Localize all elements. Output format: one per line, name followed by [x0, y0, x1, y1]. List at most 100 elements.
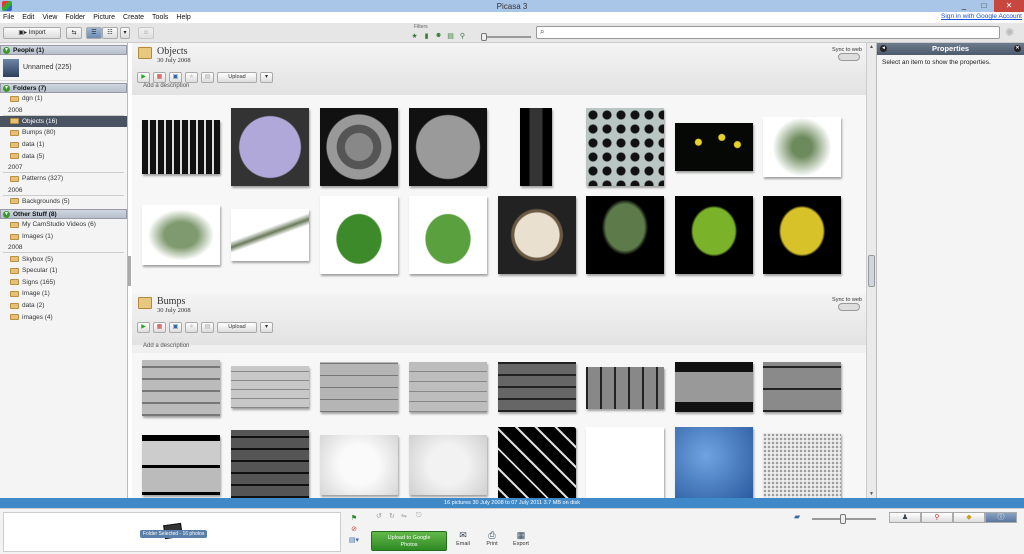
photo-thumbnail[interactable] — [231, 430, 309, 498]
search-box[interactable]: ⌕ — [536, 26, 1000, 39]
menu-view[interactable]: View — [42, 14, 57, 21]
photo-thumbnail[interactable] — [320, 362, 398, 412]
play-slideshow-button[interactable]: ▶ — [137, 72, 150, 83]
face-filter-icon[interactable]: ☻ — [434, 32, 443, 40]
add-to-album-icon[interactable]: ▤▾ — [347, 536, 361, 545]
import-button[interactable]: ▣▸ Import — [3, 27, 61, 39]
tray-selection-area[interactable]: Folder Selected - 16 photos — [3, 512, 341, 552]
folder-item[interactable]: Backgrounds (5) — [0, 196, 127, 208]
movie-button[interactable]: ▣ — [169, 72, 182, 83]
photo-thumbnail[interactable] — [675, 123, 753, 171]
star-button[interactable]: ★ — [185, 322, 198, 333]
album-description[interactable]: Add a description — [143, 343, 189, 349]
photo-thumbnail[interactable] — [586, 367, 664, 409]
menu-help[interactable]: Help — [176, 14, 190, 21]
upload-button[interactable]: Upload — [217, 322, 257, 333]
album-title[interactable]: Objects — [157, 46, 188, 57]
flip-icon[interactable]: ⇋ — [401, 512, 407, 520]
folder-item[interactable]: Bumps (80) — [0, 127, 127, 139]
rotate-left-icon[interactable]: ↺ — [376, 512, 382, 520]
folder-item[interactable]: Specular (1) — [0, 265, 127, 277]
photo-thumbnail[interactable] — [142, 435, 220, 495]
sync-toggle[interactable] — [838, 303, 860, 311]
photo-thumbnail[interactable] — [409, 196, 487, 274]
play-slideshow-button[interactable]: ▶ — [137, 322, 150, 333]
photo-thumbnail[interactable] — [320, 435, 398, 495]
rotate-right-icon[interactable]: ↻ — [389, 512, 395, 520]
geotag-filter-icon[interactable]: ⚲ — [458, 32, 467, 40]
menu-edit[interactable]: Edit — [22, 14, 34, 21]
photo-thumbnail[interactable] — [409, 435, 487, 495]
photo-thumbnail[interactable] — [586, 108, 664, 186]
upload-arrow-button[interactable]: ⇆ — [66, 27, 82, 39]
view-dropdown-button[interactable]: ▾ — [120, 27, 130, 39]
expand-icon[interactable]: ▼ — [3, 84, 10, 92]
minimize-button[interactable]: _ — [954, 0, 974, 12]
expand-icon[interactable]: ▼ — [3, 210, 10, 218]
star-button[interactable]: ★ — [185, 72, 198, 83]
movie-filter-icon[interactable]: ▮ — [422, 32, 431, 40]
sidebar-splitter[interactable] — [128, 256, 131, 286]
menu-file[interactable]: File — [3, 14, 14, 21]
view-library-button[interactable]: ☰ — [86, 27, 102, 39]
folders-section-header[interactable]: ▼ Folders (7) — [0, 83, 127, 93]
photo-thumbnail[interactable] — [763, 117, 841, 177]
photo-thumbnail[interactable] — [498, 427, 576, 498]
maximize-button[interactable]: □ — [974, 0, 994, 12]
photo-thumbnail[interactable] — [320, 108, 398, 186]
photo-thumbnail[interactable] — [763, 433, 841, 498]
thumbnail-size-slider[interactable] — [812, 514, 876, 524]
folder-item[interactable]: Signs (165) — [0, 277, 127, 289]
folder-item[interactable]: Image (1) — [0, 288, 127, 300]
album-description[interactable]: Add a description — [143, 83, 189, 89]
photo-thumbnail[interactable] — [520, 108, 552, 186]
photo-thumbnail[interactable] — [586, 196, 664, 274]
scroll-thumb[interactable] — [868, 255, 875, 287]
photo-thumbnail[interactable] — [763, 362, 841, 412]
album-title[interactable]: Bumps — [157, 296, 185, 307]
folder-item[interactable]: Patterns (327) — [0, 173, 127, 185]
photo-thumbnail[interactable] — [142, 120, 220, 174]
sync-toggle[interactable] — [838, 53, 860, 61]
export-action[interactable]: ▦ Export — [509, 530, 533, 547]
folder-item[interactable]: dgn (1) — [0, 93, 127, 105]
movie-button[interactable]: ▣ — [169, 322, 182, 333]
hold-pin-icon[interactable]: ⚑ — [347, 514, 361, 523]
share-icon[interactable]: ⎋ — [416, 512, 422, 520]
sign-in-link[interactable]: Sign in with Google Account — [941, 13, 1022, 20]
upload-dropdown-button[interactable]: ▾ — [260, 322, 273, 333]
photo-thumbnail[interactable] — [409, 108, 487, 186]
scroll-up-icon[interactable]: ▲ — [867, 44, 876, 50]
photo-thumbnail[interactable] — [320, 196, 398, 274]
close-button[interactable]: ✕ — [994, 0, 1024, 12]
folder-item[interactable]: Skybox (5) — [0, 253, 127, 265]
folder-item[interactable]: My CamStudio Videos (6) — [0, 219, 127, 231]
folder-item[interactable]: data (1) — [0, 139, 127, 151]
people-view-icon[interactable]: ♟ — [889, 512, 921, 523]
tag-filter-icon[interactable]: ▤ — [446, 32, 455, 40]
photo-thumbnail[interactable] — [142, 205, 220, 265]
menu-folder[interactable]: Folder — [65, 14, 85, 21]
photo-thumbnail[interactable] — [498, 196, 576, 274]
clear-tray-icon[interactable]: ⊘ — [347, 525, 361, 534]
menu-create[interactable]: Create — [123, 14, 144, 21]
print-action[interactable]: ⎙ Print — [480, 530, 504, 547]
upload-dropdown-button[interactable]: ▾ — [260, 72, 273, 83]
folder-item[interactable]: images (4) — [0, 311, 127, 323]
person-item[interactable]: Unnamed (225) — [0, 55, 127, 81]
collapse-icon[interactable]: ◂ — [880, 45, 887, 52]
expand-icon[interactable]: ▼ — [3, 46, 10, 54]
photo-thumbnail[interactable] — [586, 427, 664, 498]
photo-thumbnail[interactable] — [231, 366, 309, 408]
slider-knob[interactable] — [481, 33, 487, 41]
slider-knob[interactable] — [840, 514, 846, 524]
email-action[interactable]: ✉ Email — [451, 530, 475, 547]
photo-thumbnail[interactable] — [675, 427, 753, 498]
photo-thumbnail[interactable] — [231, 209, 309, 261]
places-view-icon[interactable]: ⚲ — [921, 512, 953, 523]
save-button[interactable]: ▤ — [201, 72, 214, 83]
browser-scrollbar[interactable]: ▲ ▼ — [866, 43, 876, 498]
info-view-icon[interactable]: ⓘ — [985, 512, 1017, 523]
photo-thumbnail[interactable] — [675, 362, 753, 412]
close-icon[interactable]: ✕ — [1014, 45, 1021, 52]
